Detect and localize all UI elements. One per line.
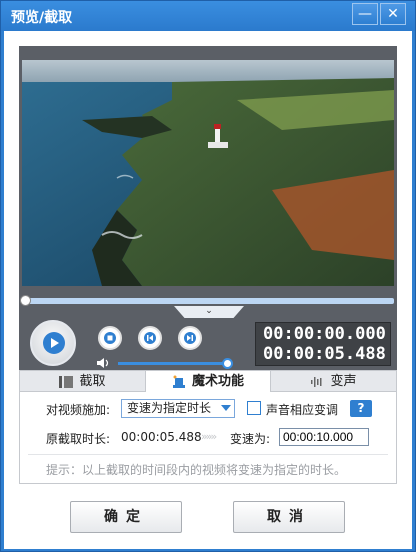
- magic-panel: 对视频施加: 变速为指定时长 声音相应变调 ? 原截取时长: 00:00:05.…: [19, 392, 397, 484]
- tab-voice[interactable]: 变声: [271, 371, 396, 392]
- prev-frame-icon: [144, 332, 156, 344]
- total-time: 00:00:05.488: [263, 344, 386, 364]
- seek-thumb[interactable]: [20, 295, 31, 306]
- orig-duration-label: 原截取时长:: [46, 432, 111, 446]
- pitch-checkbox[interactable]: [247, 401, 261, 415]
- effect-select[interactable]: 变速为指定时长: [121, 399, 235, 418]
- volume-thumb[interactable]: [222, 358, 233, 369]
- current-time: 00:00:00.000: [263, 324, 386, 344]
- tab-trim-label: 截取: [79, 374, 106, 389]
- ok-button[interactable]: 确定: [70, 501, 182, 533]
- player-panel: ⌄ 00:00:00.000 00:00:05.488: [19, 46, 397, 371]
- cancel-button[interactable]: 取消: [233, 501, 345, 533]
- speed-duration-input[interactable]: [279, 428, 369, 446]
- audio-wave-icon: [311, 376, 322, 387]
- orig-duration-value: 00:00:05.488: [121, 430, 202, 444]
- hint-text: 提示：以上截取的时间段内的视频将变速为指定的时长。: [46, 463, 347, 477]
- film-icon: [59, 375, 74, 388]
- help-button[interactable]: ?: [350, 400, 372, 417]
- prev-frame-button[interactable]: [138, 326, 162, 350]
- minimize-button[interactable]: —: [352, 3, 378, 25]
- close-button[interactable]: ✕: [380, 3, 406, 25]
- apply-label: 对视频施加:: [46, 403, 111, 417]
- play-icon: [43, 332, 65, 354]
- arrows-icon: »»»: [201, 430, 217, 443]
- collapse-toggle[interactable]: ⌄: [174, 306, 244, 318]
- play-button[interactable]: [30, 320, 76, 366]
- divider: [28, 454, 388, 455]
- preview-trim-dialog: 预览/截取 — ✕ ⌄ 00:00:00.000 00:00:05.488 截取…: [0, 0, 416, 552]
- tab-magic[interactable]: 魔术功能: [145, 371, 271, 393]
- function-tabs: 截取 魔术功能 变声: [19, 370, 397, 393]
- magic-hat-icon: [172, 375, 185, 388]
- stop-button[interactable]: [98, 326, 122, 350]
- video-preview[interactable]: [22, 60, 394, 286]
- next-frame-button[interactable]: [178, 326, 202, 350]
- tab-trim[interactable]: 截取: [20, 371, 145, 392]
- title-bar: 预览/截取 — ✕: [1, 1, 415, 31]
- chevron-down-icon: [221, 405, 231, 411]
- stop-icon: [104, 332, 116, 344]
- volume-icon[interactable]: [96, 357, 110, 369]
- tab-voice-label: 变声: [330, 374, 357, 389]
- tab-magic-label: 魔术功能: [191, 374, 244, 389]
- time-display: 00:00:00.000 00:00:05.488: [255, 322, 391, 366]
- volume-slider[interactable]: [118, 362, 226, 365]
- pitch-checkbox-label[interactable]: 声音相应变调: [266, 401, 338, 418]
- window-title: 预览/截取: [11, 10, 73, 26]
- dialog-body: ⌄ 00:00:00.000 00:00:05.488 截取 魔术功能 变声 对…: [4, 31, 412, 549]
- next-frame-icon: [184, 332, 196, 344]
- seek-bar[interactable]: [20, 295, 394, 306]
- speed-label: 变速为:: [230, 432, 271, 446]
- player-controls: 00:00:00.000 00:00:05.488: [22, 320, 394, 369]
- effect-select-value: 变速为指定时长: [127, 401, 212, 415]
